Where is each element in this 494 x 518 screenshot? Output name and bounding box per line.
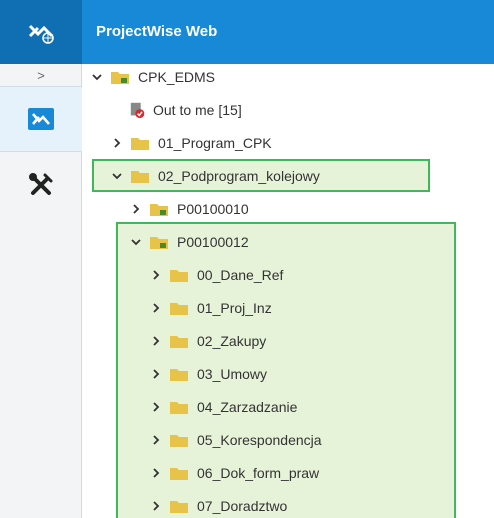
chevron-right-icon bbox=[153, 303, 160, 313]
projectwise-logo-icon bbox=[28, 24, 54, 44]
chevron-right-icon bbox=[153, 501, 160, 511]
chevron-down-icon bbox=[112, 173, 122, 180]
tree-row-child[interactable]: 00_Dane_Ref bbox=[149, 259, 283, 291]
folder-icon bbox=[131, 138, 149, 150]
expand-rail-button[interactable]: > bbox=[0, 64, 82, 86]
chevron-right-icon bbox=[114, 138, 121, 148]
top-bar: ProjectWise Web bbox=[0, 0, 494, 64]
tree-label-p00100010: P00100010 bbox=[177, 201, 249, 217]
project-folder-icon bbox=[111, 72, 129, 84]
tree-label-child: 00_Dane_Ref bbox=[197, 267, 284, 283]
folder-icon bbox=[170, 270, 188, 282]
projectwise-nav-icon bbox=[28, 108, 54, 130]
tree-row-child[interactable]: 05_Korespondencja bbox=[149, 424, 322, 456]
tree-label-child: 04_Zarzadzanie bbox=[197, 399, 298, 415]
tree-label-out-to-me: Out to me [15] bbox=[153, 102, 242, 118]
projectwise-logo[interactable] bbox=[0, 0, 82, 64]
tree-row-program[interactable]: 01_Program_CPK bbox=[110, 127, 272, 159]
project-folder-icon bbox=[150, 204, 168, 216]
tree-label-child: 07_Doradztwo bbox=[197, 498, 288, 514]
chevron-right-icon bbox=[153, 402, 160, 412]
tree-label-child: 03_Umowy bbox=[197, 366, 268, 382]
tools-nav-button[interactable] bbox=[0, 152, 82, 218]
tree-label-child: 01_Proj_Inz bbox=[197, 300, 272, 316]
tree-row-child[interactable]: 04_Zarzadzanie bbox=[149, 391, 297, 423]
tree-label-program: 01_Program_CPK bbox=[158, 135, 272, 151]
folder-icon bbox=[170, 435, 188, 447]
chevron-down-icon bbox=[131, 239, 141, 246]
chevron-down-icon bbox=[92, 74, 102, 81]
folder-icon bbox=[131, 171, 149, 183]
folder-tree: CPK_EDMS Out to me [15] 01_Program_CPK 0… bbox=[83, 64, 494, 518]
chevron-right-icon bbox=[133, 204, 140, 214]
tree-label-child: 05_Korespondencja bbox=[197, 432, 322, 448]
tree-row-p00100012[interactable]: P00100012 bbox=[129, 226, 249, 258]
left-rail: > bbox=[0, 64, 82, 518]
chevron-right-icon bbox=[153, 336, 160, 346]
chevron-right-icon bbox=[153, 270, 160, 280]
tree-row-child[interactable]: 06_Dok_form_praw bbox=[149, 457, 319, 489]
chevron-right-icon bbox=[153, 468, 160, 478]
folder-icon bbox=[170, 501, 188, 513]
tree-row-child[interactable]: 02_Zakupy bbox=[149, 325, 266, 357]
projectwise-nav-button[interactable] bbox=[0, 86, 82, 152]
checked-out-document-icon bbox=[130, 102, 145, 119]
tree-label-subprogram: 02_Podprogram_kolejowy bbox=[158, 168, 320, 184]
tools-icon bbox=[29, 173, 53, 195]
tree-label-child: 02_Zakupy bbox=[197, 333, 267, 349]
app-title: ProjectWise Web bbox=[96, 23, 218, 40]
project-folder-icon bbox=[150, 237, 168, 249]
chevron-right-icon: > bbox=[37, 67, 45, 83]
folder-icon bbox=[170, 336, 188, 348]
folder-icon bbox=[170, 402, 188, 414]
folder-icon bbox=[170, 303, 188, 315]
tree-label-child: 06_Dok_form_praw bbox=[197, 465, 320, 481]
chevron-right-icon bbox=[153, 369, 160, 379]
tree-row-child[interactable]: 03_Umowy bbox=[149, 358, 267, 390]
tree-label-p00100012: P00100012 bbox=[177, 234, 249, 250]
tree-row-subprogram[interactable]: 02_Podprogram_kolejowy bbox=[110, 160, 320, 192]
folder-icon bbox=[170, 369, 188, 381]
folder-icon bbox=[170, 468, 188, 480]
tree-row-child[interactable]: 01_Proj_Inz bbox=[149, 292, 272, 324]
tree-row-child[interactable]: 07_Doradztwo bbox=[149, 490, 287, 518]
chevron-right-icon bbox=[153, 435, 160, 445]
tree-row-p00100010[interactable]: P00100010 bbox=[129, 193, 249, 225]
tree-row-root[interactable]: CPK_EDMS bbox=[90, 61, 215, 93]
tree-row-out-to-me[interactable]: Out to me [15] bbox=[129, 94, 242, 126]
tree-label-root: CPK_EDMS bbox=[138, 69, 216, 85]
